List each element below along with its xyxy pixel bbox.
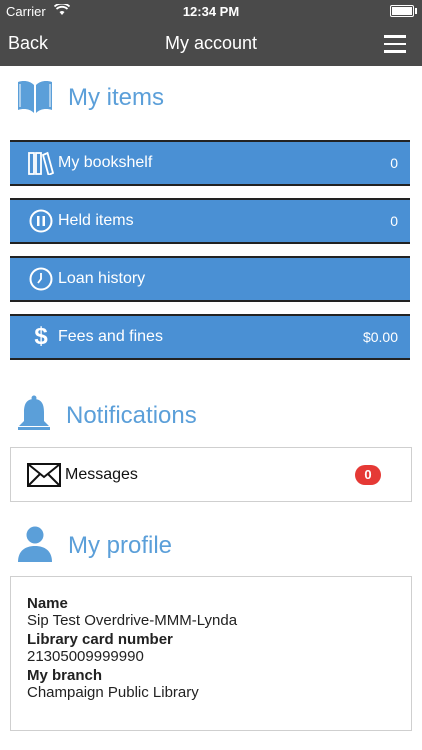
person-icon <box>16 525 54 568</box>
notifications-title: Notifications <box>66 402 197 429</box>
loan-history-label: Loan history <box>58 270 146 287</box>
open-book-icon <box>16 78 54 119</box>
pause-icon <box>26 209 56 233</box>
dollar-icon: $ <box>34 323 48 350</box>
branch-value: Champaign Public Library <box>27 684 199 701</box>
my-items-title: My items <box>68 84 164 111</box>
name-value: Sip Test Overdrive-MMM-Lynda <box>27 612 238 629</box>
bookshelf-icon <box>26 151 56 175</box>
loan-history-row[interactable]: Loan history <box>10 256 410 302</box>
my-profile-title: My profile <box>68 532 173 559</box>
messages-count-badge: 0 <box>355 465 381 485</box>
messages-label: Messages <box>65 466 138 483</box>
bell-icon <box>16 395 52 438</box>
messages-row[interactable]: Messages <box>11 448 411 502</box>
name-label: Name <box>27 595 68 612</box>
page-title: My account <box>164 33 258 53</box>
status-time: 12:34 PM <box>182 4 240 19</box>
fees-and-fines-row[interactable]: $ Fees and fines $0.00 <box>10 314 410 360</box>
my-items-header: My items <box>16 78 164 118</box>
library-card-value: 21305009999990 <box>27 648 144 665</box>
my-profile-header: My profile <box>16 526 172 566</box>
battery-icon <box>390 5 417 17</box>
library-card-label: Library card number <box>27 631 173 648</box>
my-bookshelf-label: My bookshelf <box>58 154 153 171</box>
branch-label: My branch <box>27 667 103 684</box>
profile-box: Name Sip Test Overdrive-MMM-Lynda Librar… <box>10 576 412 731</box>
hamburger-menu-icon[interactable] <box>384 35 406 53</box>
fees-and-fines-amount: $0.00 <box>362 329 398 345</box>
my-bookshelf-row[interactable]: My bookshelf 0 <box>10 140 410 186</box>
held-items-row[interactable]: Held items 0 <box>10 198 410 244</box>
notifications-box: Messages 0 <box>10 447 412 502</box>
envelope-icon <box>27 463 61 487</box>
held-items-label: Held items <box>58 212 134 229</box>
clock-icon <box>26 267 56 291</box>
fees-and-fines-label: Fees and fines <box>58 328 163 345</box>
notifications-header: Notifications <box>16 395 197 438</box>
navigation-bar: Back My account <box>0 22 422 66</box>
my-bookshelf-count: 0 <box>390 155 398 171</box>
held-items-count: 0 <box>390 213 398 229</box>
status-bar: Carrier 12:34 PM <box>0 0 422 22</box>
